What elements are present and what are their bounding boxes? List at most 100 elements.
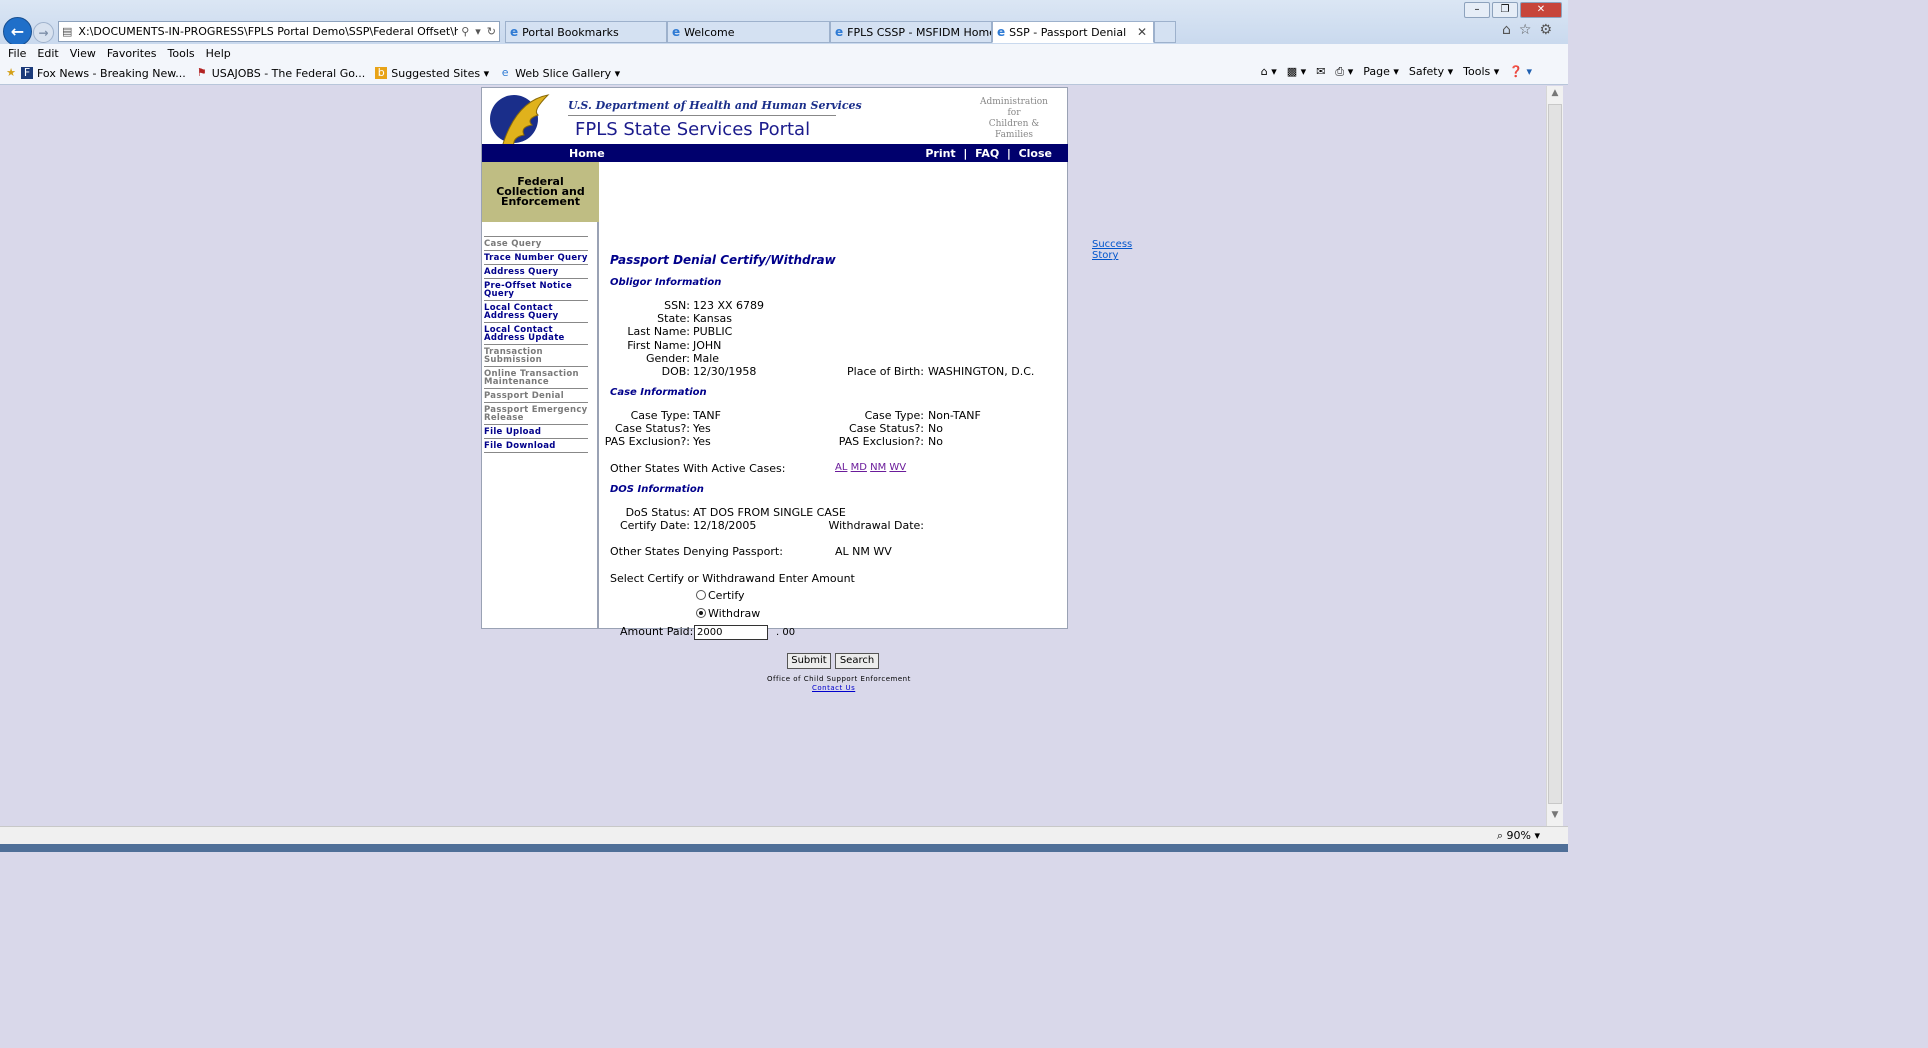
tools-menu[interactable]: Tools ▾: [1463, 65, 1499, 79]
tab-welcome[interactable]: e Welcome: [667, 21, 830, 43]
menu-bar: File Edit View Favorites Tools Help: [0, 44, 1568, 62]
case-heading: Case Information: [610, 387, 707, 398]
sidebar-item-passport-denial[interactable]: Passport Denial: [484, 388, 588, 402]
pob-value: WASHINGTON, D.C.: [928, 365, 1035, 378]
state-link-nm[interactable]: NM: [870, 462, 886, 473]
fox-news-icon: F: [21, 67, 33, 79]
sidebar-item-local-contact-address-query[interactable]: Local Contact Address Query: [484, 300, 588, 322]
state-value: Kansas: [693, 312, 732, 325]
scroll-thumb[interactable]: [1548, 104, 1562, 804]
menu-tools[interactable]: Tools: [168, 47, 195, 60]
pas-exclusion-label: PAS Exclusion?:: [604, 435, 690, 448]
tab-portal-bookmarks[interactable]: e Portal Bookmarks: [505, 21, 667, 43]
menu-favorites[interactable]: Favorites: [107, 47, 157, 60]
page-icon: ▤: [62, 25, 73, 38]
pob-label: Place of Birth:: [847, 365, 924, 378]
sidebar-divider: [484, 452, 588, 453]
favorites-star-icon[interactable]: ☆: [1519, 22, 1532, 38]
footer-office: Office of Child Support Enforcement: [767, 675, 911, 683]
new-tab-button[interactable]: [1154, 21, 1176, 43]
dob-value: 12/30/1958: [693, 365, 757, 378]
favorites-star-icon[interactable]: ★: [5, 67, 17, 79]
pas-exclusion-value-2: No: [928, 435, 943, 448]
sidebar-item-file-upload[interactable]: File Upload: [484, 424, 588, 438]
menu-help[interactable]: Help: [206, 47, 231, 60]
menu-file[interactable]: File: [8, 47, 26, 60]
back-button[interactable]: ←: [3, 17, 32, 46]
minimize-button[interactable]: –: [1464, 2, 1490, 18]
home-icon[interactable]: ⌂ ▾: [1261, 65, 1277, 79]
department-name: U.S. Department of Health and Human Serv…: [568, 99, 862, 112]
sidebar-item-pre-offset-notice-query[interactable]: Pre-Offset Notice Query: [484, 278, 588, 300]
cents-label: . 00: [776, 627, 796, 638]
home-link[interactable]: Home: [569, 147, 605, 160]
fav-suggested-sites[interactable]: b Suggested Sites ▾: [375, 67, 489, 80]
print-icon[interactable]: ⎙ ▾: [1335, 65, 1353, 79]
sidebar-item-online-transaction-maintenance[interactable]: Online Transaction Maintenance: [484, 366, 588, 388]
sidebar-item-case-query[interactable]: Case Query: [484, 236, 588, 250]
portal-nav-links: Print | FAQ | Close: [925, 147, 1052, 160]
last-name-label: Last Name:: [627, 325, 690, 338]
tab-passport-denial[interactable]: e SSP - Passport Denial ✕: [992, 21, 1154, 43]
close-tab-icon[interactable]: ✕: [1137, 25, 1147, 39]
sidebar-item-local-contact-address-update[interactable]: Local Contact Address Update: [484, 322, 588, 344]
scroll-up-icon[interactable]: ▲: [1549, 88, 1561, 102]
state-label: State:: [657, 312, 690, 325]
safety-menu[interactable]: Safety ▾: [1409, 65, 1453, 79]
page-heading: Passport Denial Certify/Withdraw: [610, 253, 836, 267]
certify-radio[interactable]: [696, 590, 706, 600]
other-states-label: Other States With Active Cases:: [610, 462, 786, 475]
close-link[interactable]: Close: [1019, 147, 1052, 160]
sidebar-item-transaction-submission[interactable]: Transaction Submission: [484, 344, 588, 366]
fav-fox-news[interactable]: F Fox News - Breaking New...: [21, 67, 186, 80]
window-close-button[interactable]: ✕: [1520, 2, 1562, 18]
menu-view[interactable]: View: [70, 47, 96, 60]
gender-value: Male: [693, 352, 720, 365]
restore-button[interactable]: ❐: [1492, 2, 1518, 18]
certify-date-label: Certify Date:: [619, 519, 690, 532]
search-icon[interactable]: ⚲: [458, 25, 472, 38]
first-name-value: JOHN: [693, 339, 722, 352]
forward-button[interactable]: →: [33, 22, 54, 43]
refresh-icon[interactable]: ↻: [484, 25, 499, 38]
print-link[interactable]: Print: [925, 147, 955, 160]
vertical-scrollbar[interactable]: ▲ ▼: [1546, 86, 1563, 826]
gender-label: Gender:: [645, 352, 690, 365]
status-bar: ⌕ 90% ▾: [0, 826, 1568, 845]
gear-icon[interactable]: ⚙: [1539, 22, 1552, 38]
state-link-md[interactable]: MD: [851, 462, 867, 473]
sidebar-item-file-download[interactable]: File Download: [484, 438, 588, 452]
page-menu[interactable]: Page ▾: [1363, 65, 1399, 79]
sidebar-item-trace-number-query[interactable]: Trace Number Query: [484, 250, 588, 264]
help-icon[interactable]: ❓ ▾: [1509, 65, 1532, 79]
submit-button[interactable]: Submit: [787, 653, 831, 669]
case-type-label-2: Case Type:: [864, 409, 924, 422]
feeds-icon[interactable]: ▩ ▾: [1287, 65, 1306, 79]
home-icon[interactable]: ⌂: [1502, 22, 1511, 38]
other-states-links: AL MD NM WV: [835, 462, 906, 473]
state-link-wv[interactable]: WV: [889, 462, 906, 473]
menu-edit[interactable]: Edit: [37, 47, 58, 60]
contact-us-link[interactable]: Contact Us: [812, 684, 855, 692]
sidebar-item-passport-emergency-release[interactable]: Passport Emergency Release: [484, 402, 588, 424]
faq-link[interactable]: FAQ: [975, 147, 999, 160]
ssn-value: 123 XX 6789: [693, 299, 765, 312]
withdraw-radio[interactable]: [696, 608, 706, 618]
sidebar-item-address-query[interactable]: Address Query: [484, 264, 588, 278]
case-type-value-2: Non-TANF: [928, 409, 981, 422]
chevron-down-icon[interactable]: ▾: [472, 25, 484, 38]
fav-web-slice-gallery[interactable]: e Web Slice Gallery ▾: [499, 67, 620, 80]
state-link-al[interactable]: AL: [835, 462, 847, 473]
address-text[interactable]: X:\DOCUMENTS-IN-PROGRESS\FPLS Portal Dem…: [75, 25, 458, 38]
case-type-label: Case Type:: [630, 409, 690, 422]
search-button[interactable]: Search: [835, 653, 879, 669]
success-story-link[interactable]: Success Story: [1092, 239, 1132, 261]
scroll-down-icon[interactable]: ▼: [1549, 810, 1561, 824]
tab-fpls-cssp[interactable]: eFPLS CSSP - MSFIDM Home P...: [830, 21, 992, 43]
amount-input[interactable]: 2000: [694, 625, 768, 640]
pas-exclusion-label-2: PAS Exclusion?:: [838, 435, 924, 448]
fav-usajobs[interactable]: ⚑ USAJOBS - The Federal Go...: [196, 67, 365, 80]
zoom-control[interactable]: ⌕ 90% ▾: [1497, 829, 1540, 843]
mail-icon[interactable]: ✉: [1316, 65, 1325, 79]
address-bar[interactable]: ▤ X:\DOCUMENTS-IN-PROGRESS\FPLS Portal D…: [58, 21, 500, 42]
